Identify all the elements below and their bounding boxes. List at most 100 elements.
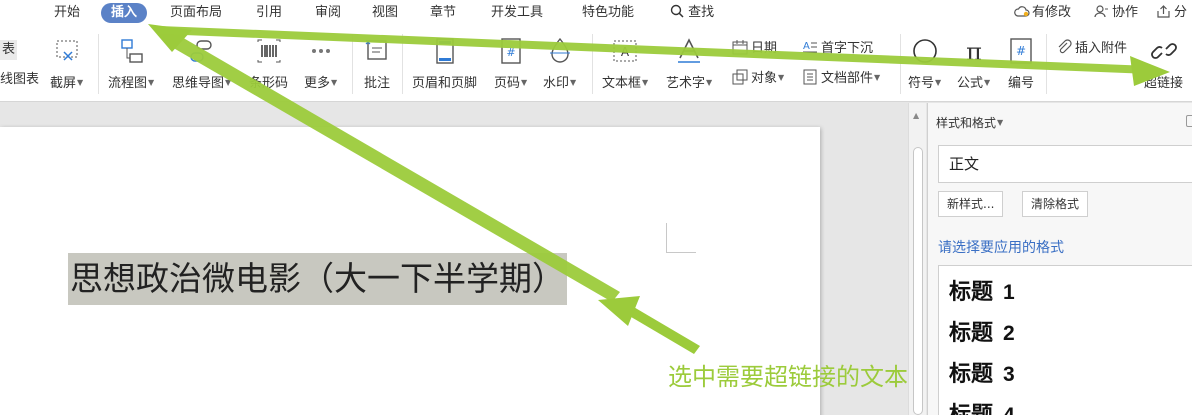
menu-developer[interactable]: 开发工具 <box>491 3 543 23</box>
style-heading-3[interactable]: 标题 3 <box>949 356 1015 388</box>
menu-features[interactable]: 特色功能 <box>582 3 634 23</box>
textbox-label: 文本框 <box>602 76 642 91</box>
user-icon <box>1094 5 1109 18</box>
svg-text:A: A <box>803 41 810 52</box>
share-label: 分 <box>1174 5 1188 20</box>
hyperlink-label: 超链接 <box>1144 76 1184 91</box>
wordart-label: 艺术字 <box>666 76 706 91</box>
new-style-button[interactable]: 新样式... <box>938 191 1004 217</box>
scroll-up-icon[interactable]: ▲ <box>913 111 919 120</box>
current-style-box[interactable]: 正文 <box>938 145 1192 183</box>
more-button[interactable]: 更多▼ <box>304 36 337 91</box>
numbering-label: 编号 <box>1007 76 1034 91</box>
barcode-icon <box>254 36 284 66</box>
ribbon-insert: 表 线图表 截屏▼ 流程图▼ 思维导图▼ 条形码 更多▼ 批注 页眉和页脚 # … <box>0 26 1192 102</box>
svg-text:π: π <box>966 38 982 66</box>
line-chart-button[interactable]: 线图表 <box>0 70 39 90</box>
calendar-icon <box>732 39 748 55</box>
menu-references[interactable]: 引用 <box>256 3 282 23</box>
mindmap-icon <box>187 36 217 66</box>
page-number-icon: # <box>496 36 526 66</box>
formula-label: 公式 <box>957 76 984 91</box>
style-heading-4[interactable]: 标题4 <box>949 397 1015 415</box>
search-icon <box>670 4 684 18</box>
screenshot-button[interactable]: 截屏▼ <box>50 36 83 91</box>
dropcap-button[interactable]: A 首字下沉 <box>802 39 873 59</box>
header-footer-button[interactable]: 页眉和页脚 <box>412 36 477 91</box>
header-footer-icon <box>430 36 460 66</box>
share-button[interactable]: 分 <box>1156 3 1187 23</box>
barcode-button[interactable]: 条形码 <box>249 36 288 91</box>
styles-panel: 样式和格式▼ 正文 新样式... 清除格式 请选择要应用的格式 标题 1 标题 2 … <box>927 103 1192 415</box>
doc-parts-button[interactable]: 文档部件▼ <box>802 68 880 88</box>
clear-format-button[interactable]: 清除格式 <box>1022 191 1089 217</box>
menu-review[interactable]: 审阅 <box>315 3 341 23</box>
textbox-icon: A <box>610 36 640 66</box>
numbering-button[interactable]: # 编号 <box>1006 36 1036 91</box>
menu-home[interactable]: 开始 <box>54 3 80 23</box>
svg-text:#: # <box>1016 44 1026 58</box>
date-button[interactable]: 日期 <box>732 39 777 59</box>
object-button[interactable]: 对象▼ <box>732 68 784 88</box>
choose-format-label: 请选择要应用的格式 <box>938 240 1064 256</box>
panel-title-label: 样式和格式 <box>936 116 997 130</box>
pin-icon[interactable] <box>1186 115 1192 127</box>
comment-button[interactable]: 批注 <box>362 36 392 91</box>
modified-button[interactable]: 有修改 <box>1014 3 1071 23</box>
screenshot-icon <box>52 36 82 66</box>
formula-button[interactable]: π 公式▼ <box>957 36 990 91</box>
symbol-label: 符号 <box>908 76 935 91</box>
svg-text:#: # <box>506 46 515 59</box>
watermark-button[interactable]: 水印▼ <box>543 36 576 91</box>
header-footer-label: 页眉和页脚 <box>412 76 478 91</box>
style-heading-2[interactable]: 标题 2 <box>949 315 1015 347</box>
menu-view[interactable]: 视图 <box>372 3 398 23</box>
page-number-button[interactable]: # 页码▼ <box>494 36 527 91</box>
mindmap-label: 思维导图 <box>172 76 225 91</box>
page-number-label: 页码 <box>494 76 521 91</box>
style-heading-1[interactable]: 标题 1 <box>949 274 1015 306</box>
flowchart-icon <box>116 36 146 66</box>
share-icon <box>1156 5 1171 18</box>
mindmap-button[interactable]: 思维导图▼ <box>172 36 231 91</box>
comment-label: 批注 <box>363 76 390 91</box>
barcode-label: 条形码 <box>249 76 289 91</box>
cloud-icon <box>1014 5 1030 18</box>
collaborate-label: 协作 <box>1112 5 1139 20</box>
heading-style-list: 标题1 标题2 标题3 标题4 <box>938 265 1192 415</box>
hyperlink-button[interactable]: 超链接 <box>1144 36 1183 91</box>
panel-title[interactable]: 样式和格式▼ <box>936 114 1003 131</box>
date-label: 日期 <box>751 41 778 56</box>
menu-search[interactable]: 查找 <box>670 3 714 23</box>
search-label: 查找 <box>688 5 715 20</box>
watermark-icon <box>545 36 575 66</box>
modified-label: 有修改 <box>1032 5 1072 20</box>
wordart-icon <box>674 36 704 66</box>
menu-chapter[interactable]: 章节 <box>430 3 456 23</box>
symbol-button[interactable]: 符号▼ <box>908 36 941 91</box>
menu-insert[interactable]: 插入 <box>101 3 148 23</box>
link-icon <box>1149 36 1179 66</box>
comment-icon <box>362 36 392 66</box>
menu-bar: 开始 插入 页面布局 引用 审阅 视图 章节 开发工具 特色功能 查找 有修改 … <box>0 0 1192 26</box>
wordart-button[interactable]: 艺术字▼ <box>666 36 712 91</box>
formula-icon: π <box>959 36 989 66</box>
ribbon-cut-left[interactable]: 表 <box>0 40 18 60</box>
object-icon <box>732 69 748 85</box>
flowchart-button[interactable]: 流程图▼ <box>108 36 154 91</box>
textbox-button[interactable]: A 文本框▼ <box>602 36 648 91</box>
insert-attachment-label: 插入附件 <box>1075 41 1128 56</box>
numbering-icon: # <box>1006 36 1036 66</box>
more-icon <box>306 36 336 66</box>
vertical-scrollbar[interactable]: ▲ <box>908 103 926 415</box>
menu-page-layout[interactable]: 页面布局 <box>170 3 222 23</box>
doc-parts-label: 文档部件 <box>821 71 874 86</box>
dropcap-label: 首字下沉 <box>821 41 874 56</box>
insert-attachment-button[interactable]: 插入附件 <box>1056 39 1127 59</box>
collaborate-button[interactable]: 协作 <box>1094 3 1138 23</box>
symbol-icon <box>910 36 940 66</box>
flowchart-label: 流程图 <box>108 76 148 91</box>
svg-text:A: A <box>621 45 630 59</box>
scroll-thumb[interactable] <box>913 147 923 415</box>
selected-text[interactable]: 思想政治微电影（大一下半学期） <box>68 253 567 305</box>
